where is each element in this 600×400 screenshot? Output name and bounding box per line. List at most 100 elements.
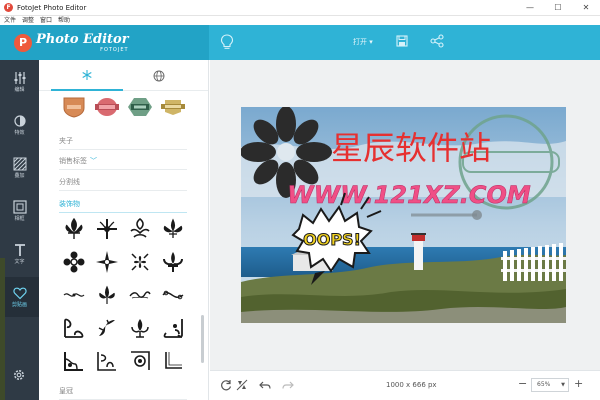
- desktop-background: [0, 258, 5, 400]
- tool-rail: 编辑 特效 叠加 相框 文字 剪贴画: [0, 60, 39, 400]
- logo-mark-icon: P: [14, 33, 32, 52]
- share-icon[interactable]: [430, 34, 444, 48]
- corner-leaf-icon: [98, 319, 115, 336]
- menu-adjust[interactable]: 调整: [22, 16, 34, 25]
- caret-down-icon: ▼: [561, 382, 565, 388]
- globe-icon: [153, 70, 165, 81]
- rail-item-frame[interactable]: 相框: [0, 191, 39, 231]
- rosette-icon: [63, 251, 84, 272]
- scroll-divider-icon: [161, 290, 183, 299]
- ornament-item[interactable]: [156, 344, 189, 377]
- ornament-item[interactable]: [90, 212, 123, 245]
- sale-label-row: [61, 96, 193, 118]
- sliders-icon: [14, 72, 25, 84]
- rail-label: 特效: [14, 130, 25, 136]
- ornament-item[interactable]: [57, 212, 90, 245]
- effects-icon: [13, 115, 26, 127]
- status-bar: 1000 x 666 px − 65% ▼ +: [210, 370, 600, 400]
- zoom-out-button[interactable]: −: [518, 377, 527, 390]
- headline-text[interactable]: 星辰软件站: [331, 129, 491, 167]
- url-text[interactable]: WWW.121XZ.COM: [287, 181, 531, 210]
- oops-text: OOPS!: [303, 230, 361, 249]
- section-dividers[interactable]: 分割线: [59, 173, 187, 191]
- chevron-down-icon: ﹀: [90, 157, 97, 165]
- fleur-small-icon: [98, 285, 115, 304]
- rail-label: 叠加: [14, 173, 25, 179]
- ornament-item[interactable]: [123, 278, 156, 311]
- ornament-item[interactable]: [90, 245, 123, 278]
- rail-label: 文字: [14, 259, 25, 265]
- ornament-item[interactable]: [57, 245, 90, 278]
- maximize-button[interactable]: ☐: [544, 0, 572, 16]
- ribbon-badge-icon[interactable]: [94, 96, 120, 118]
- menu-file[interactable]: 文件: [4, 16, 16, 25]
- divider-flourish-icon: [63, 292, 84, 297]
- minimize-button[interactable]: —: [516, 0, 544, 16]
- gear-icon[interactable]: [12, 368, 26, 382]
- open-dropdown[interactable]: 打开 ▾: [353, 37, 373, 47]
- ornament-item[interactable]: [156, 245, 189, 278]
- redo-icon[interactable]: [282, 379, 294, 391]
- banner-badge-icon[interactable]: [160, 96, 186, 118]
- ornament-item[interactable]: [90, 278, 123, 311]
- save-icon[interactable]: [396, 35, 408, 47]
- fleur-de-lis-icon: [162, 251, 183, 272]
- logo-title: Photo Editor: [36, 31, 129, 47]
- rail-label: 剪贴画: [11, 302, 27, 308]
- reset-icon[interactable]: [220, 379, 232, 391]
- corner-ornament-icon: [63, 318, 83, 338]
- rail-item-text[interactable]: 文字: [0, 234, 39, 274]
- fleur-de-lis-icon: [65, 217, 82, 239]
- rail-label: 编辑: [14, 87, 25, 93]
- ornament-item[interactable]: [156, 311, 189, 344]
- window-title: FotoJet Photo Editor: [17, 3, 87, 12]
- title-bar: F FotoJet Photo Editor — ☐ ✕: [0, 0, 600, 16]
- fleur-wide-icon: [163, 218, 182, 238]
- snowflake-icon: [82, 69, 92, 80]
- rail-item-clipart[interactable]: 剪贴画: [0, 277, 39, 317]
- ornament-item[interactable]: [123, 245, 156, 278]
- hexagon-badge-icon[interactable]: [127, 96, 153, 118]
- zoom-select[interactable]: 65% ▼: [531, 378, 569, 392]
- ornament-item[interactable]: [90, 311, 123, 344]
- corner-circle-icon: [130, 350, 150, 370]
- rail-label: 相框: [14, 216, 25, 222]
- shield-badge-icon[interactable]: [61, 96, 87, 118]
- rail-item-edit[interactable]: 编辑: [0, 62, 39, 102]
- corner-line-icon: [164, 351, 182, 369]
- section-sale-labels[interactable]: 销售标签 ﹀: [59, 152, 187, 170]
- section-crowns[interactable]: 皇冠: [59, 382, 187, 400]
- ornament-item[interactable]: [156, 212, 189, 245]
- ornament-item[interactable]: [57, 344, 90, 377]
- zoom-in-button[interactable]: +: [574, 377, 583, 390]
- compare-icon[interactable]: [236, 379, 248, 391]
- swirl-divider-icon: [128, 290, 151, 298]
- ornament-item[interactable]: [57, 311, 90, 344]
- undo-icon[interactable]: [259, 379, 271, 391]
- ornament-grid: [57, 212, 197, 377]
- close-button[interactable]: ✕: [572, 0, 600, 16]
- heart-icon: [12, 287, 27, 300]
- section-ornaments[interactable]: 装饰物: [59, 195, 187, 213]
- photo-canvas[interactable]: 星辰软件站 WWW.121XZ.COM OOPS!: [241, 107, 566, 323]
- rail-item-overlay[interactable]: 叠加: [0, 148, 39, 188]
- ornament-item[interactable]: [123, 311, 156, 344]
- window-controls: — ☐ ✕: [516, 0, 600, 16]
- menu-help[interactable]: 帮助: [58, 16, 70, 25]
- panel-scrollbar[interactable]: [201, 315, 204, 363]
- ornament-item[interactable]: [156, 278, 189, 311]
- tab-clipart[interactable]: [51, 60, 123, 91]
- workspace: 星辰软件站 WWW.121XZ.COM OOPS!: [210, 60, 600, 370]
- ornament-item[interactable]: [123, 212, 156, 245]
- tab-online[interactable]: [123, 60, 195, 91]
- corner-scroll-icon: [63, 351, 83, 371]
- menu-window[interactable]: 窗口: [40, 16, 52, 25]
- ornament-item[interactable]: [57, 278, 90, 311]
- corner-swirl-icon: [96, 351, 116, 371]
- ornament-item[interactable]: [90, 344, 123, 377]
- clipart-panel: 夹子 销售标签 ﹀ 分割线 装饰物 皇冠: [39, 60, 209, 400]
- rail-item-effects[interactable]: 特效: [0, 105, 39, 145]
- bulb-icon[interactable]: [220, 34, 234, 50]
- section-clips[interactable]: 夹子: [59, 132, 187, 150]
- ornament-item[interactable]: [123, 344, 156, 377]
